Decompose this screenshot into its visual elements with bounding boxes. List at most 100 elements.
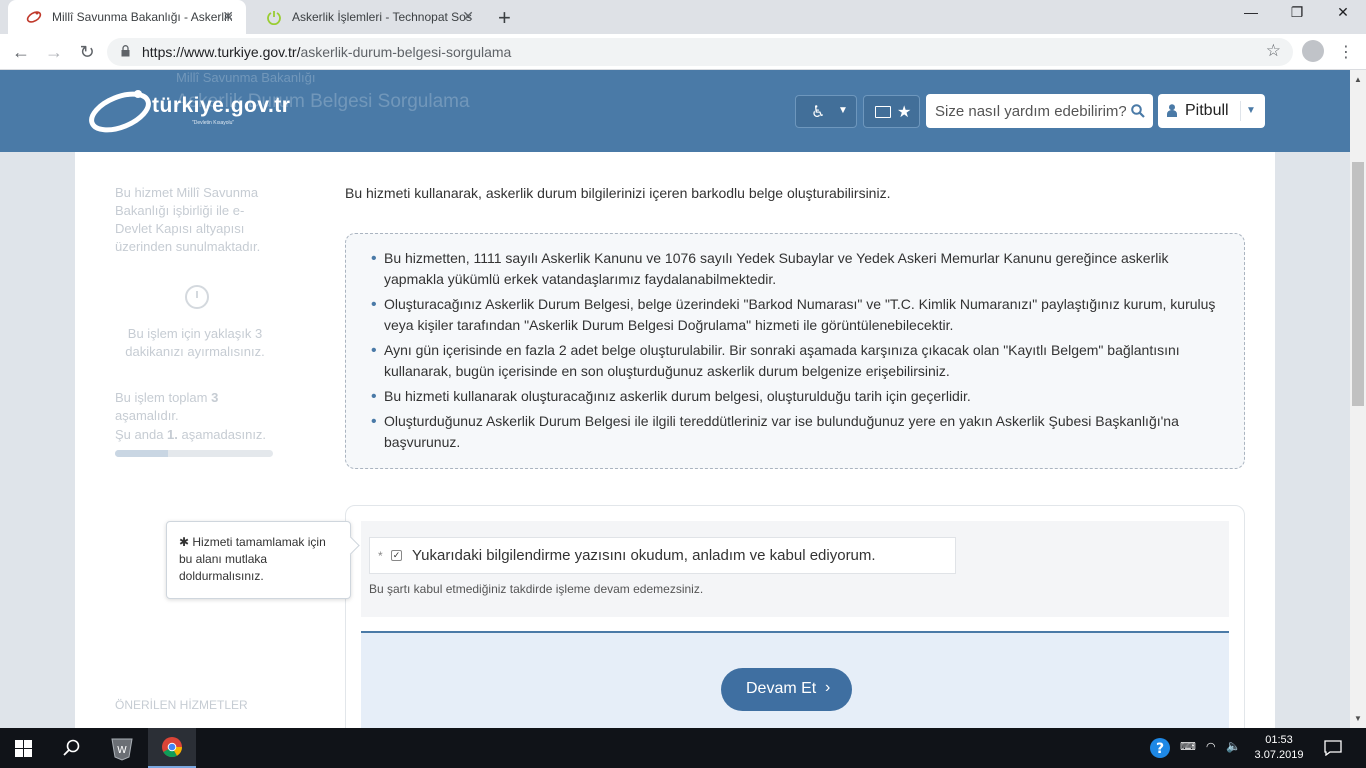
bookmark-star-icon[interactable]: ☆ — [1266, 41, 1281, 61]
tab-msb[interactable]: Millî Savunma Bakanlığı - Askerlik ✕ — [8, 0, 246, 34]
clock-time: 01:53 — [1265, 734, 1293, 746]
url-text: https://www.turkiye.gov.tr/askerlik-duru… — [142, 44, 511, 60]
turkiye-gov-logo[interactable]: türkiye.gov.tr "Devletin Kısayolu" — [88, 86, 298, 136]
required-mark: * — [378, 549, 383, 563]
volume-icon[interactable]: 🔈 — [1226, 739, 1241, 753]
divider — [1240, 101, 1241, 121]
back-icon[interactable]: ← — [9, 40, 33, 64]
notification-icon[interactable] — [1324, 740, 1342, 756]
logo-text: türkiye.gov.tr — [152, 94, 291, 117]
tab-close-icon[interactable]: ✕ — [462, 8, 474, 25]
help-icon[interactable]: ? — [1148, 728, 1172, 768]
url-domain: https://www.turkiye.gov.tr/ — [142, 44, 301, 60]
condition-note: Bu şartı kabul etmediğiniz takdirde işle… — [369, 582, 704, 596]
user-menu-button[interactable]: Pitbull ▼ — [1158, 94, 1265, 128]
continue-button[interactable]: Devam Et › — [721, 668, 852, 711]
taskbar-search-icon[interactable] — [62, 738, 82, 758]
svg-text:W: W — [117, 745, 127, 756]
taskbar-app-chrome[interactable] — [148, 728, 196, 768]
consent-checkbox-row[interactable]: * ✓ Yukarıdaki bilgilendirme yazısını ok… — [369, 537, 956, 574]
browser-tab-strip: Millî Savunma Bakanlığı - Askerlik ✕ Ask… — [0, 0, 1366, 34]
step-current-prefix: Şu anda — [115, 427, 168, 442]
tab-label: Millî Savunma Bakanlığı - Askerlik — [52, 10, 232, 24]
scroll-up-icon[interactable]: ▲ — [1354, 75, 1362, 84]
input-method-icon[interactable]: ⌨ — [1180, 740, 1196, 753]
step-info: Bu işlem toplam 3 aşamalıdır. Şu anda 1.… — [115, 389, 285, 444]
scrollbar-thumb[interactable] — [1352, 162, 1364, 406]
service-provider-info: Bu hizmet Millî Savunma Bakanlığı işbirl… — [115, 185, 261, 254]
chevron-down-icon: ▼ — [1246, 105, 1256, 116]
intro-text: Bu hizmeti kullanarak, askerlik durum bi… — [345, 185, 891, 201]
chevron-right-icon: › — [825, 679, 831, 696]
url-path: askerlik-durum-belgesi-sorgulama — [300, 44, 512, 60]
user-icon — [1167, 104, 1177, 117]
info-item: Bu hizmetten, 1111 sayılı Askerlik Kanun… — [366, 248, 1220, 290]
lock-icon — [121, 45, 130, 57]
info-item: Oluşturduğunuz Askerlik Durum Belgesi il… — [366, 411, 1220, 453]
clock-icon — [185, 285, 209, 309]
site-search — [926, 94, 1153, 128]
caret-down-icon: ▼ — [838, 105, 848, 116]
power-favicon-icon — [267, 11, 281, 25]
step-current-number: 1. — [167, 427, 178, 442]
info-box: Bu hizmetten, 1111 sayılı Askerlik Kanun… — [345, 233, 1245, 469]
site-header: Millî Savunma Bakanlığı Askerlik Durum B… — [0, 70, 1350, 152]
windows-start-icon[interactable] — [15, 740, 32, 757]
minimize-icon[interactable]: — — [1228, 4, 1274, 30]
new-tab-icon[interactable]: + — [498, 5, 511, 31]
consent-checkbox[interactable]: ✓ — [391, 550, 402, 561]
wheelchair-icon: ♿ — [811, 104, 826, 121]
step-current-suffix: aşamadasınız. — [177, 427, 267, 442]
logo-swoosh-icon — [89, 90, 151, 133]
star-icon: ★ — [897, 104, 912, 121]
step-total-line: Bu işlem toplam 3 aşamalıdır. — [115, 389, 285, 425]
step-progress-bar — [115, 450, 273, 457]
taskbar-app-game[interactable]: W — [98, 728, 146, 768]
close-window-icon[interactable]: ✕ — [1320, 4, 1366, 30]
taskbar-clock[interactable]: 01:53 3.07.2019 — [1254, 733, 1304, 763]
consent-form: * ✓ Yukarıdaki bilgilendirme yazısını ok… — [345, 505, 1245, 728]
page-scrollbar[interactable]: ▲ ▼ — [1350, 70, 1366, 728]
ghost-ministry: Millî Savunma Bakanlığı — [176, 70, 316, 85]
tab-technopat[interactable]: Askerlik İşlemleri - Technopat Sos ✕ — [248, 0, 486, 34]
required-field-tooltip: ✱ Hizmeti tamamlamak için bu alanı mutla… — [166, 521, 351, 599]
search-input[interactable] — [926, 94, 1126, 128]
tab-label: Askerlik İşlemleri - Technopat Sos — [292, 10, 472, 24]
msb-favicon-icon — [26, 11, 42, 23]
favorites-button[interactable]: ★ — [863, 95, 920, 128]
profile-avatar[interactable] — [1302, 40, 1324, 62]
time-estimate: Bu işlem için yaklaşık 3 dakikanızı ayır… — [125, 326, 265, 359]
id-card-icon — [875, 106, 891, 118]
game-app-icon: W — [111, 738, 133, 761]
info-item: Oluşturacağınız Askerlik Durum Belgesi, … — [366, 294, 1220, 336]
scroll-down-icon[interactable]: ▼ — [1354, 714, 1362, 723]
info-list: Bu hizmetten, 1111 sayılı Askerlik Kanun… — [366, 248, 1220, 453]
search-icon[interactable] — [1131, 104, 1145, 118]
chrome-app-icon — [162, 737, 183, 758]
forward-icon[interactable]: → — [42, 40, 66, 64]
step-total-prefix: Bu işlem toplam — [115, 390, 212, 405]
address-bar[interactable]: https://www.turkiye.gov.tr/askerlik-duru… — [107, 38, 1293, 66]
accessibility-button[interactable]: ♿ ▼ — [795, 95, 857, 128]
user-name: Pitbull — [1185, 102, 1229, 119]
step-progress-fill — [115, 450, 168, 457]
info-item: Aynı gün içerisinde en fazla 2 adet belg… — [366, 340, 1220, 382]
wifi-icon[interactable]: ◠ — [1206, 740, 1216, 753]
svg-text:?: ? — [1156, 741, 1164, 757]
logo-tagline: "Devletin Kısayolu" — [192, 120, 235, 126]
sidebar: Bu hizmet Millî Savunma Bakanlığı işbirl… — [75, 152, 315, 728]
restore-icon[interactable]: ❐ — [1274, 4, 1320, 30]
continue-label: Devam Et — [746, 680, 817, 697]
consent-label[interactable]: Yukarıdaki bilgilendirme yazısını okudum… — [412, 547, 876, 564]
main-content: Bu hizmeti kullanarak, askerlik durum bi… — [315, 152, 1275, 728]
consent-section: * ✓ Yukarıdaki bilgilendirme yazısını ok… — [361, 521, 1229, 617]
chrome-menu-icon[interactable]: ⋮ — [1338, 42, 1354, 62]
reload-icon[interactable]: ↻ — [75, 40, 99, 64]
clock-date: 3.07.2019 — [1254, 749, 1304, 761]
step-total-count: 3 — [211, 390, 219, 405]
page-viewport: Millî Savunma Bakanlığı Askerlik Durum B… — [0, 70, 1350, 728]
tab-close-icon[interactable]: ✕ — [222, 8, 234, 25]
action-panel: Devam Et › — [361, 631, 1229, 728]
step-current-line: Şu anda 1. aşamadasınız. — [115, 426, 285, 444]
windows-taskbar: W ? ⌨ ◠ 🔈 01:53 3.07.2019 — [0, 728, 1366, 768]
